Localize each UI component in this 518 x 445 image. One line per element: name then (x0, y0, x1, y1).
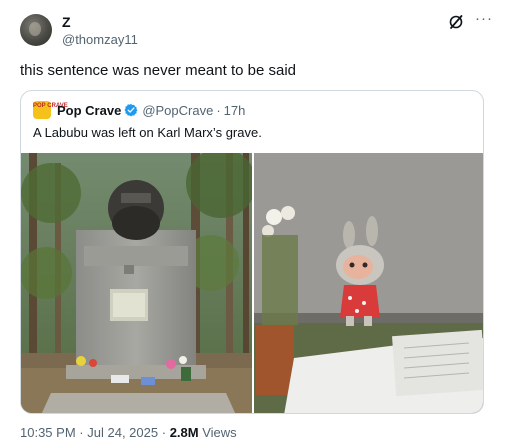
photo-labubu-closeup[interactable] (254, 153, 483, 413)
tweet-footer: 10:35 PM · Jul 24, 2025 · 2.8M Views (20, 425, 237, 441)
quoted-time[interactable]: 17h (224, 103, 246, 118)
author-name[interactable]: Z (62, 14, 71, 30)
tweet-date[interactable]: Jul 24, 2025 (87, 425, 158, 440)
photo-marx-grave[interactable] (21, 153, 252, 413)
tweet-text: this sentence was never meant to be said (20, 62, 296, 79)
grok-icon[interactable] (448, 14, 464, 30)
quoted-author-name[interactable]: Pop Crave (57, 103, 121, 118)
quoted-tweet-text: A Labubu was left on Karl Marx’s grave. (33, 125, 262, 140)
quoted-separator: · (216, 102, 221, 118)
quoted-author-handle[interactable]: @PopCrave (142, 103, 213, 118)
tweet-time[interactable]: 10:35 PM (20, 425, 76, 440)
verified-badge-icon (124, 103, 138, 117)
author-handle[interactable]: @thomzay11 (62, 32, 138, 47)
quoted-tweet-header: POP CRAVE Pop Crave @PopCrave · 17h (33, 101, 245, 119)
footer-separator: · (79, 425, 84, 440)
quoted-tweet[interactable]: POP CRAVE Pop Crave @PopCrave · 17h A La… (20, 90, 484, 414)
user-avatar[interactable] (20, 14, 52, 46)
pop-crave-avatar[interactable]: POP CRAVE (33, 101, 68, 119)
views-label: Views (202, 425, 237, 440)
views-count: 2.8M (169, 425, 199, 440)
more-icon[interactable]: ··· (472, 10, 496, 28)
footer-separator: · (161, 425, 167, 440)
